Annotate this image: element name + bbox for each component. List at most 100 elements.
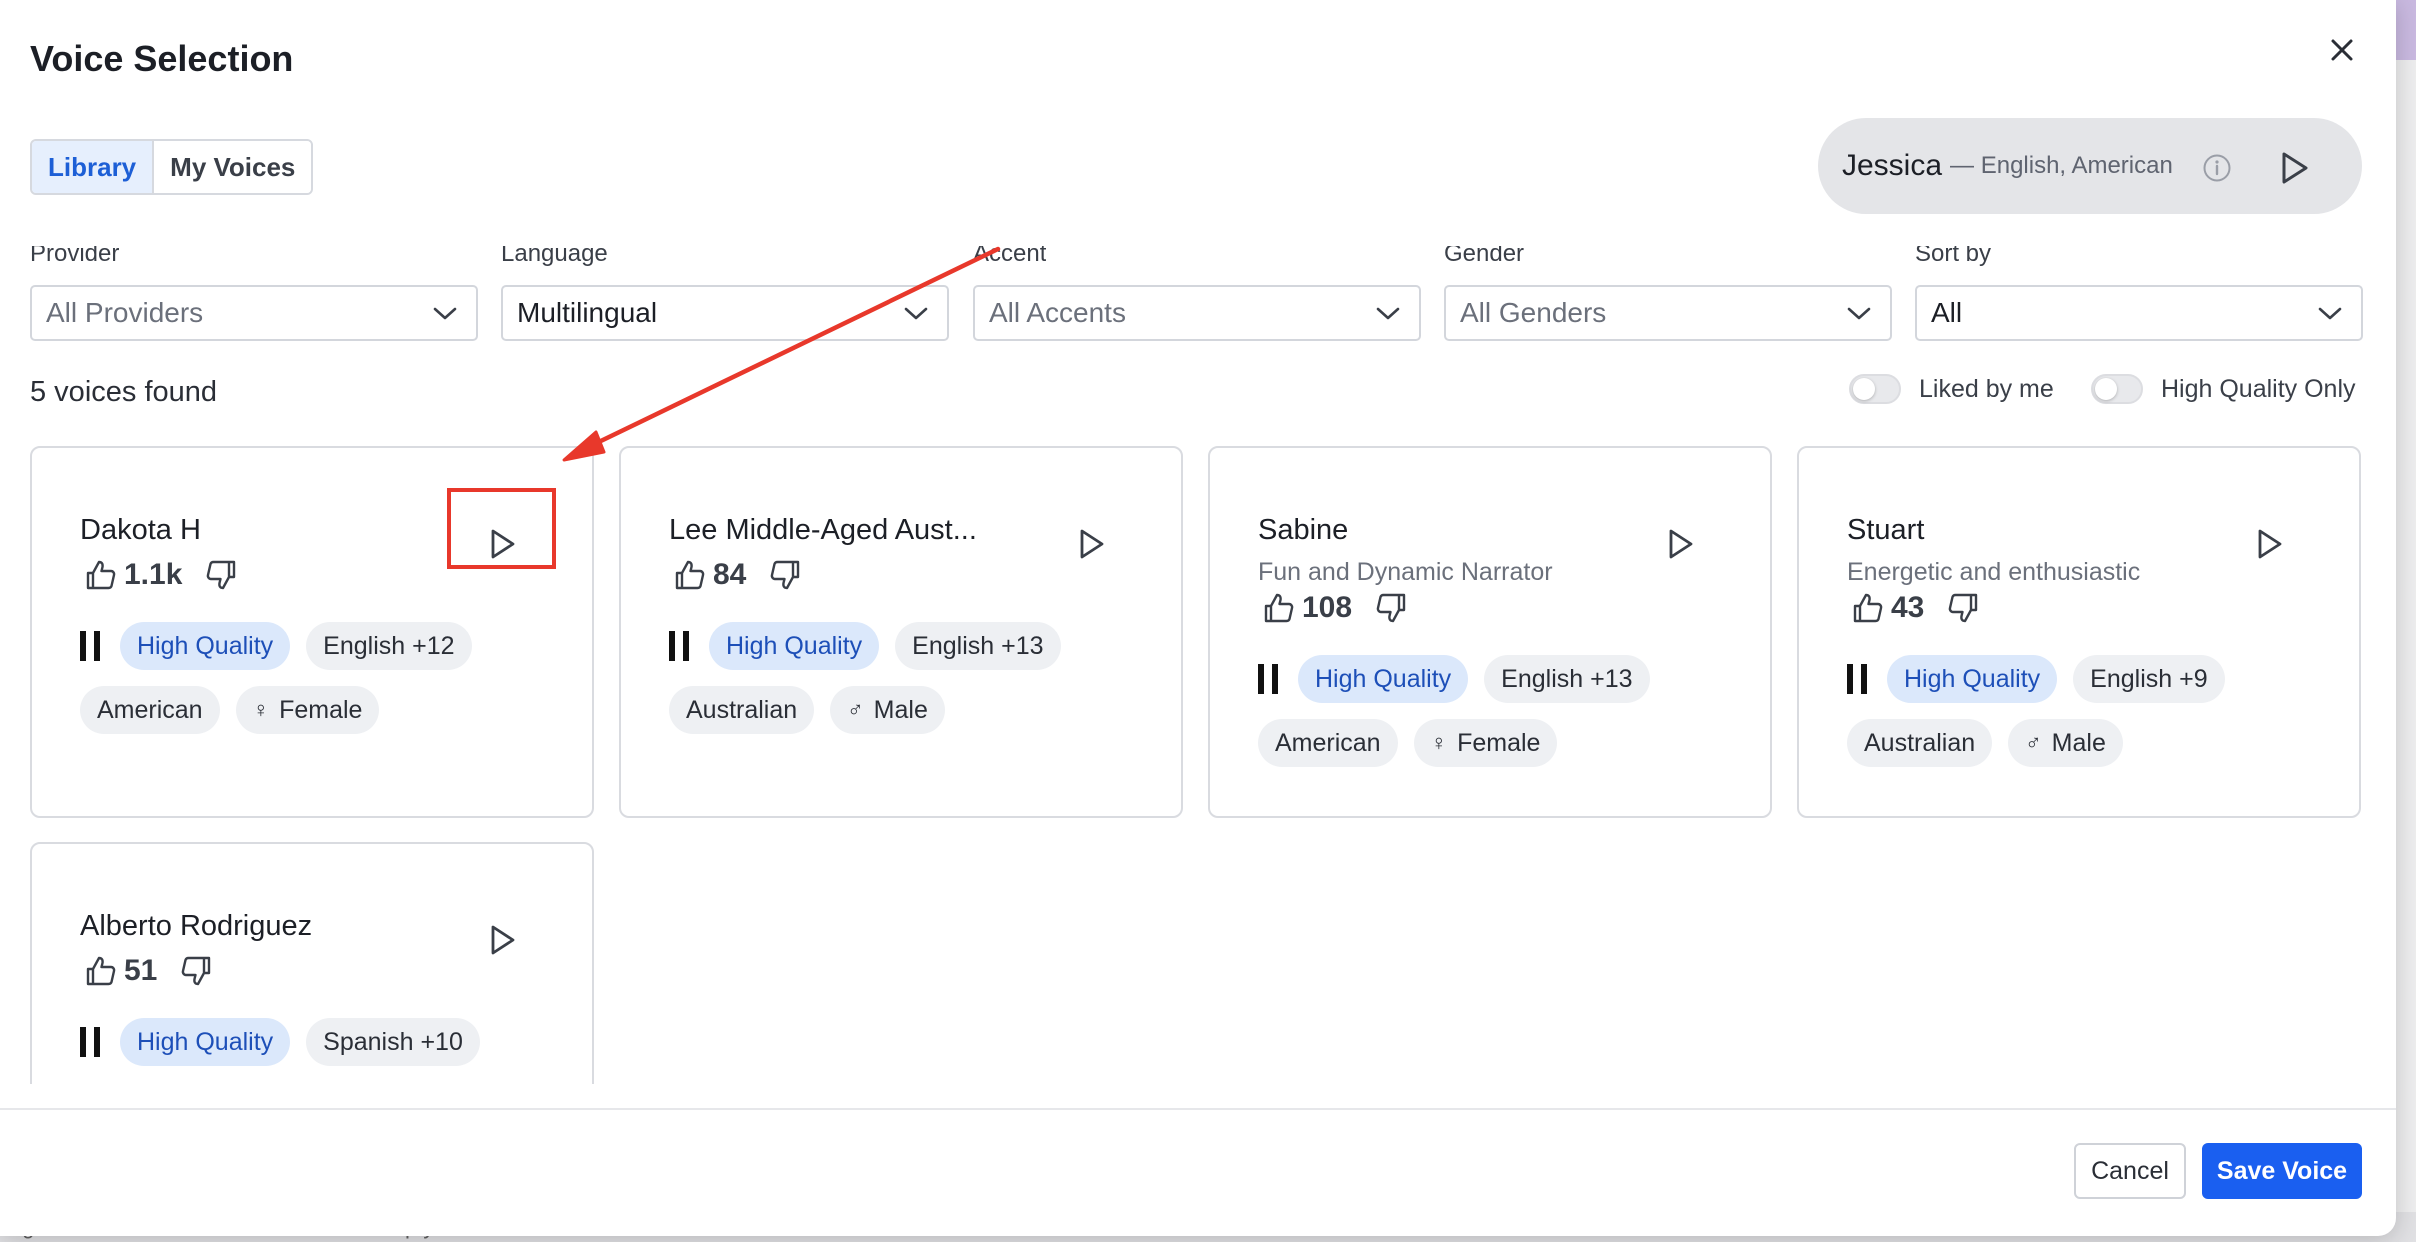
high-quality-only-toggle[interactable]: High Quality Only — [2091, 374, 2356, 404]
voice-votes: 43 — [1851, 591, 1980, 625]
annotation-highlight-box — [447, 488, 556, 569]
play-icon — [1080, 529, 1104, 559]
gender-label: Female — [1457, 728, 1541, 757]
voice-tags-row-2: American ♀ Female — [1258, 719, 1573, 767]
voice-play-button[interactable] — [2249, 524, 2289, 564]
toggle-knob — [2095, 378, 2117, 400]
play-icon — [491, 925, 515, 955]
voices-found-count: 5 voices found — [30, 376, 218, 408]
thumbs-down-icon — [207, 560, 236, 590]
language-tag: Spanish +10 — [306, 1018, 480, 1066]
toggle-knob — [1853, 378, 1875, 400]
voice-card-grid: Dakota H 1.1k High Quality English +12 A… — [0, 430, 2396, 1084]
voice-name: Stuart — [1847, 514, 1925, 546]
provider-select-value: All Providers — [46, 297, 204, 328]
current-voice-name: Jessica — [1842, 149, 1943, 182]
like-button[interactable]: 84 — [673, 558, 746, 592]
thumbs-down-icon — [1376, 593, 1406, 623]
footer-divider — [0, 1108, 2396, 1110]
close-icon — [2331, 39, 2353, 61]
current-voice-play-icon[interactable] — [2276, 148, 2312, 188]
like-count: 1.1k — [124, 558, 183, 591]
like-button[interactable]: 1.1k — [84, 558, 182, 592]
gender-tag: ♀ Female — [235, 686, 380, 734]
play-icon — [2258, 529, 2282, 559]
dislike-button[interactable] — [1374, 591, 1408, 625]
dislike-button[interactable] — [204, 558, 238, 592]
accent-tag: Australian — [1847, 719, 1993, 767]
pause-icon[interactable] — [80, 1027, 100, 1057]
language-select-value: Multilingual — [517, 297, 658, 328]
save-voice-button[interactable]: Save Voice — [2202, 1143, 2362, 1199]
voice-votes: 84 — [673, 558, 802, 592]
gender-select[interactable]: All Genders — [1444, 285, 1892, 341]
thumbs-up-icon — [86, 956, 116, 986]
voice-name: Sabine — [1258, 514, 1349, 546]
voice-tags-row-1: High Quality English +12 — [80, 622, 488, 670]
toggle-switch[interactable] — [2091, 374, 2143, 404]
voice-tags-row-1: High Quality Spanish +10 — [80, 1018, 496, 1066]
modal-title: Voice Selection — [30, 38, 294, 79]
voice-tabs: Library My Voices — [30, 139, 314, 195]
quality-tag: High Quality — [709, 622, 880, 670]
female-icon: ♀ — [252, 697, 270, 722]
cancel-button[interactable]: Cancel — [2074, 1143, 2186, 1199]
language-select[interactable]: Multilingual — [501, 285, 949, 341]
play-icon — [1669, 529, 1693, 559]
voice-card-stuart[interactable]: Stuart Energetic and enthusiastic 43 Hig… — [1797, 446, 2361, 818]
gender-select-value: All Genders — [1460, 297, 1607, 328]
accent-select[interactable]: All Accents — [973, 285, 1421, 341]
quality-tag: High Quality — [120, 1018, 291, 1066]
sort-filter-label: Sort by — [1915, 246, 1992, 267]
gender-label: Male — [2051, 728, 2106, 757]
like-button[interactable]: 51 — [84, 954, 157, 988]
liked-by-me-label: Liked by me — [1919, 374, 2054, 403]
gender-tag: ♀ Female — [1413, 719, 1558, 767]
thumbs-up-icon — [1853, 593, 1883, 623]
voice-selection-modal: Voice Selection Library My Voices Jessic… — [0, 0, 2396, 1236]
gender-filter-label: Gender — [1444, 246, 1525, 267]
sort-select[interactable]: All — [1915, 285, 2363, 341]
voice-name: Dakota H — [80, 514, 201, 546]
toggle-switch[interactable] — [1849, 374, 1901, 404]
pause-icon[interactable] — [1847, 664, 1867, 694]
gender-label: Female — [279, 695, 363, 724]
pause-icon[interactable] — [1258, 664, 1278, 694]
accent-tag: American — [1258, 719, 1398, 767]
accent-filter-label: Accent — [973, 246, 1047, 267]
like-button[interactable]: 108 — [1262, 591, 1352, 625]
voice-votes: 1.1k — [84, 558, 238, 592]
voice-play-button[interactable] — [1660, 524, 1700, 564]
pause-icon[interactable] — [669, 631, 689, 661]
pause-icon[interactable] — [80, 631, 100, 661]
provider-select[interactable]: All Providers — [30, 285, 478, 341]
thumbs-up-icon — [1264, 593, 1294, 623]
language-tag: English +13 — [895, 622, 1061, 670]
like-count: 108 — [1302, 591, 1353, 624]
tab-my-voices[interactable]: My Voices — [154, 141, 312, 193]
like-count: 51 — [124, 954, 158, 987]
current-voice-detail: — English, American — [1950, 152, 2173, 179]
thumbs-down-icon — [182, 956, 211, 986]
voice-name: Alberto Rodriguez — [80, 910, 313, 942]
chevron-down-icon — [1847, 307, 1871, 320]
gender-tag: ♂ Male — [830, 686, 945, 734]
voice-votes: 51 — [84, 954, 213, 988]
dislike-button[interactable] — [768, 558, 802, 592]
dislike-button[interactable] — [179, 954, 213, 988]
voice-description: Fun and Dynamic Narrator — [1258, 558, 1553, 586]
voice-play-button[interactable] — [1071, 524, 1111, 564]
liked-by-me-toggle[interactable]: Liked by me — [1849, 374, 2054, 404]
close-button[interactable] — [2322, 30, 2362, 70]
chevron-down-icon — [433, 307, 457, 320]
language-tag: English +9 — [2073, 655, 2225, 703]
voice-play-button[interactable] — [482, 920, 522, 960]
voice-card-sabine[interactable]: Sabine Fun and Dynamic Narrator 108 High… — [1208, 446, 1772, 818]
info-icon[interactable] — [2202, 153, 2232, 183]
voice-card-lee[interactable]: Lee Middle-Aged Aust... 84 High Quality … — [619, 446, 1183, 818]
like-button[interactable]: 43 — [1851, 591, 1924, 625]
dislike-button[interactable] — [1946, 591, 1980, 625]
thumbs-up-icon — [675, 560, 705, 590]
voice-card-alberto-rodriguez[interactable]: Alberto Rodriguez 51 High Quality Spanis… — [30, 842, 594, 1084]
tab-library[interactable]: Library — [32, 141, 155, 193]
